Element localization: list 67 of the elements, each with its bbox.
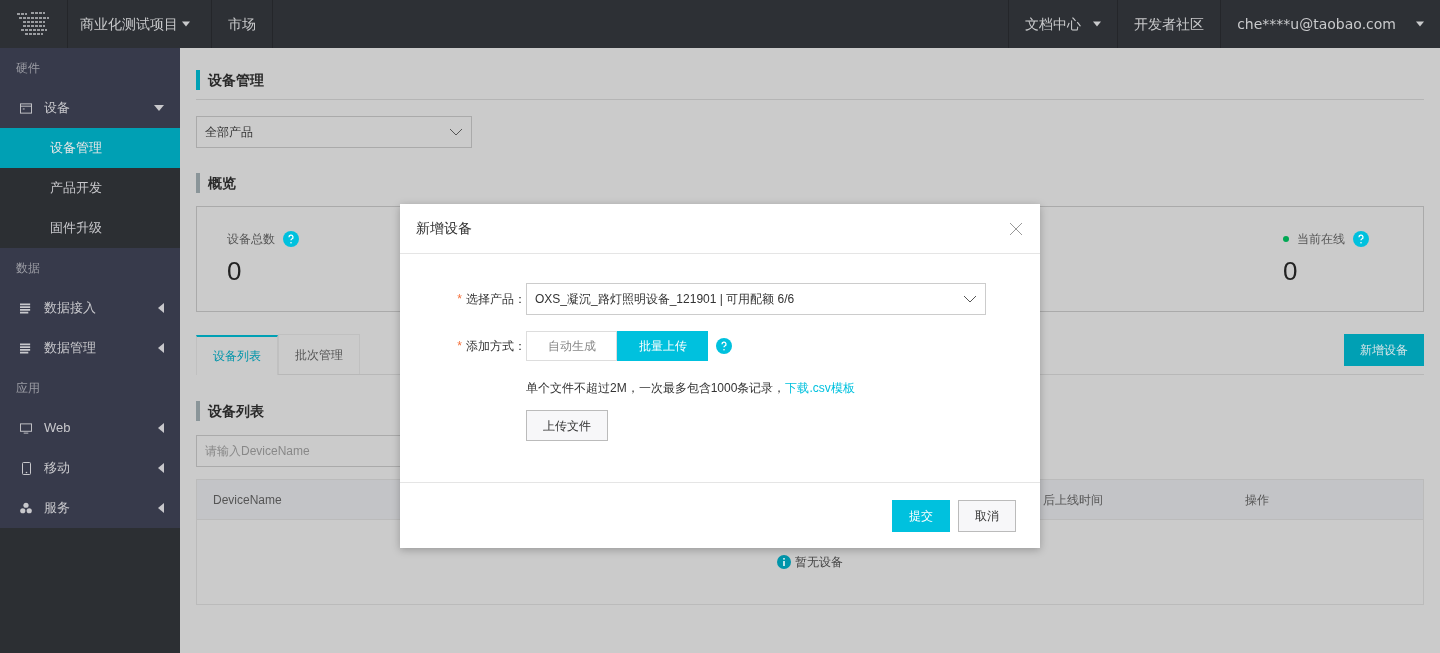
caret-icon	[182, 21, 190, 27]
column-header: DeviceName	[213, 491, 283, 509]
info-icon	[777, 555, 791, 569]
sidebar-item[interactable]: 数据管理	[0, 328, 180, 368]
caret-icon	[158, 463, 164, 473]
chevron-down-icon	[963, 295, 977, 303]
monitor-icon	[20, 422, 32, 434]
sidebar-item[interactable]: 设备	[0, 88, 180, 128]
sidebar-group-title: 硬件	[0, 48, 180, 88]
product-select[interactable]: OXS_凝沉_路灯照明设备_121901 | 可用配额 6/6	[526, 283, 986, 315]
sidebar-group-title: 数据	[0, 248, 180, 288]
help-icon	[716, 338, 732, 354]
column-header: 操作	[1245, 491, 1270, 509]
sidebar-group-title: 应用	[0, 368, 180, 408]
caret-icon	[158, 343, 164, 353]
caret-icon	[154, 105, 164, 111]
chevron-down-icon	[449, 128, 463, 136]
field-label: 添加方式：	[466, 338, 526, 355]
caret-icon	[1093, 21, 1102, 27]
close-icon	[1010, 222, 1022, 235]
sidebar-subitem[interactable]: 固件升级	[0, 208, 180, 248]
sidebar-item-label: Web	[44, 419, 72, 438]
upload-hint: 单个文件不超过2M，一次最多包含1000条记录，下载.csv模板	[526, 380, 856, 397]
caret-icon	[1416, 21, 1424, 27]
sidebar-item[interactable]: 移动	[0, 448, 180, 488]
required-mark: *	[457, 291, 462, 308]
upload-file-button[interactable]: 上传文件	[526, 410, 608, 441]
required-mark: *	[457, 338, 462, 355]
sidebar-item-label: 服务	[44, 499, 71, 518]
mobile-icon	[21, 461, 31, 475]
segmented-option[interactable]: 自动生成	[526, 331, 617, 361]
nav-link[interactable]: 开发者社区	[1117, 0, 1221, 48]
column-header: 后上线时间	[1043, 491, 1104, 509]
window-icon	[20, 102, 32, 114]
field-label: 选择产品：	[466, 291, 526, 308]
sidebar-subitem[interactable]: 产品开发	[0, 168, 180, 208]
close-button[interactable]	[1008, 220, 1024, 237]
dialog-title: 新增设备	[416, 219, 472, 238]
nav-link[interactable]: 市场	[212, 0, 273, 48]
product-select[interactable]: 全部产品	[196, 116, 472, 148]
sidebar-item[interactable]: 数据接入	[0, 288, 180, 328]
caret-icon	[158, 303, 164, 313]
page-title: 设备管理	[208, 70, 264, 90]
sidebar-item-label: 移动	[44, 459, 71, 478]
sidebar-item-label: 数据接入	[44, 299, 97, 318]
stat-label: 设备总数	[227, 231, 275, 248]
sidebar-item-label: 数据管理	[44, 339, 97, 358]
sidebar-item[interactable]: 服务	[0, 488, 180, 528]
help-icon	[1353, 231, 1369, 247]
stat-label: 当前在线	[1297, 231, 1345, 248]
section-title: 概览	[208, 173, 236, 193]
section-title: 设备列表	[208, 401, 264, 421]
stat-value: 0	[1283, 255, 1299, 288]
caret-icon	[158, 503, 164, 513]
cancel-button[interactable]: 取消	[958, 499, 1016, 532]
cluster-icon	[20, 502, 32, 514]
user-menu[interactable]: che****u@taobao.com	[1220, 0, 1440, 48]
nav-link[interactable]: 文档中心	[1008, 0, 1118, 48]
list-icon	[20, 302, 32, 314]
sidebar-item[interactable]: Web	[0, 408, 180, 448]
caret-icon	[158, 423, 164, 433]
empty-message: 暂无设备	[795, 554, 843, 571]
sidebar-item-label: 设备	[44, 99, 71, 118]
tab[interactable]: 批次管理	[278, 334, 360, 374]
stat-value: 0	[227, 255, 243, 288]
list-icon	[20, 342, 32, 354]
help-icon	[283, 231, 299, 247]
